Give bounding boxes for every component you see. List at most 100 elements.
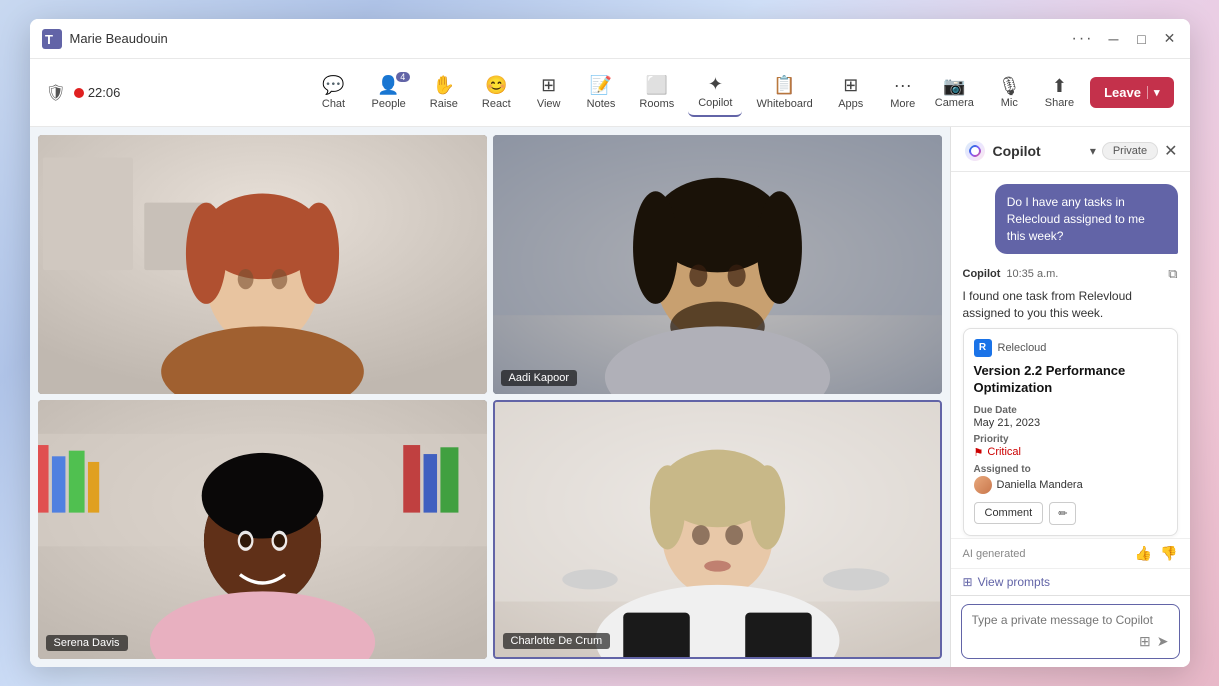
toolbar-notes[interactable]: 📝 Notes — [577, 69, 626, 116]
main-content: Aadi Kapoor — [30, 127, 1190, 667]
camera-button[interactable]: 📷 Camera — [927, 72, 982, 113]
leave-chevron-icon[interactable]: ▾ — [1147, 86, 1160, 99]
user-message: Do I have any tasks in Relecloud assigne… — [995, 184, 1178, 254]
notes-icon: 📝 — [590, 75, 612, 96]
toolbar: 🛡 22:06 💬 Chat 👤 People 4 ✋ Raise 😊 — [30, 59, 1190, 127]
toolbar-more[interactable]: ··· More — [879, 69, 927, 116]
react-icon: 😊 — [485, 75, 507, 96]
priority-field: Priority ⚑ Critical — [974, 434, 1167, 459]
toolbar-react[interactable]: 😊 React — [472, 69, 521, 116]
assigned-field: Assigned to Daniella Mandera — [974, 464, 1167, 494]
toolbar-left: 🛡 22:06 — [46, 83, 310, 103]
priority-label: Priority — [974, 434, 1167, 445]
video-tile-2: Aadi Kapoor — [493, 135, 942, 394]
notes-label: Notes — [587, 98, 616, 110]
video-sim-4 — [495, 402, 940, 657]
recording-time: 22:06 — [88, 85, 121, 100]
copilot-response-time: 10:35 a.m. — [1006, 268, 1058, 280]
person-svg-4 — [495, 402, 940, 657]
participant-label-aadi: Aadi Kapoor — [501, 370, 578, 386]
rooms-label: Rooms — [639, 98, 674, 110]
thumbs-up-icon[interactable]: 👍 — [1135, 545, 1152, 562]
due-date-label: Due Date — [974, 405, 1167, 416]
chat-icon: 💬 — [322, 75, 344, 96]
copilot-response-text: I found one task from Relevloud assigned… — [963, 288, 1178, 322]
recording-dot — [74, 88, 84, 98]
share-icon: ⬆ — [1052, 76, 1067, 97]
rooms-icon: ⬜ — [646, 75, 668, 96]
whiteboard-label: Whiteboard — [756, 98, 812, 110]
teams-logo-icon: T — [42, 29, 62, 49]
window-title: Marie Beaudouin — [70, 31, 1072, 46]
task-app-name: Relecloud — [998, 342, 1047, 354]
task-card-actions: Comment ✏ — [974, 502, 1167, 525]
toolbar-view[interactable]: ⊞ View — [525, 69, 573, 116]
maximize-button[interactable]: □ — [1134, 31, 1150, 47]
apps-label: Apps — [838, 98, 863, 110]
svg-text:T: T — [45, 32, 53, 47]
assigned-row: Daniella Mandera — [974, 476, 1167, 494]
view-prompts-icon: ⊞ — [963, 575, 973, 589]
toolbar-right: 📷 Camera 🎙 Mic ⬆ Share Leave ▾ — [927, 72, 1174, 113]
toolbar-center: 💬 Chat 👤 People 4 ✋ Raise 😊 React ⊞ View — [310, 68, 927, 117]
copilot-close-button[interactable]: ✕ — [1164, 141, 1177, 161]
toolbar-apps[interactable]: ⊞ Apps — [827, 69, 875, 116]
copilot-label: Copilot — [698, 97, 732, 109]
chat-label: Chat — [322, 98, 345, 110]
toolbar-whiteboard[interactable]: 📋 Whiteboard — [746, 69, 822, 116]
apps-icon: ⊞ — [843, 75, 858, 96]
flag-icon: ⚑ — [974, 446, 984, 459]
title-bar: T Marie Beaudouin ··· ─ □ ✕ — [30, 19, 1190, 59]
copilot-toolbar-icon: ✦ — [708, 74, 723, 95]
toolbar-copilot[interactable]: ✦ Copilot — [688, 68, 742, 117]
assigned-label: Assigned to — [974, 464, 1167, 475]
edit-icon: ✏ — [1058, 508, 1067, 520]
copilot-response-name: Copilot — [963, 268, 1001, 280]
copilot-chat: Do I have any tasks in Relecloud assigne… — [951, 172, 1190, 538]
copilot-header: Copilot ▾ Private ✕ — [951, 127, 1190, 172]
view-prompts-bar[interactable]: ⊞ View prompts — [951, 568, 1190, 595]
share-button[interactable]: ⬆ Share — [1037, 72, 1082, 113]
edit-button[interactable]: ✏ — [1049, 502, 1076, 525]
people-label: People — [372, 98, 406, 110]
participant-label-charlotte: Charlotte De Crum — [503, 633, 611, 649]
thumbs-down-icon[interactable]: 👎 — [1160, 545, 1177, 562]
react-label: React — [482, 98, 511, 110]
toolbar-people[interactable]: 👤 People 4 — [362, 69, 416, 116]
recording-badge: 22:06 — [74, 85, 121, 100]
toolbar-rooms[interactable]: ⬜ Rooms — [629, 69, 684, 116]
mic-icon: 🎙 — [998, 76, 1021, 97]
toolbar-chat[interactable]: 💬 Chat — [310, 69, 358, 116]
ai-generated-bar: AI generated 👍 👎 — [951, 538, 1190, 568]
relecloud-icon: R — [974, 339, 992, 357]
mic-button[interactable]: 🎙 Mic — [990, 72, 1029, 113]
assigned-name: Daniella Mandera — [997, 479, 1083, 491]
task-card-header: R Relecloud — [974, 339, 1167, 357]
due-date-field: Due Date May 21, 2023 — [974, 405, 1167, 429]
person-svg-1 — [38, 135, 487, 394]
people-badge: 4 — [396, 72, 410, 82]
video-tile-1 — [38, 135, 487, 394]
copy-icon[interactable]: ⧉ — [1168, 266, 1177, 282]
copilot-logo-icon — [963, 139, 987, 163]
close-button[interactable]: ✕ — [1162, 31, 1178, 47]
raise-icon: ✋ — [433, 75, 455, 96]
copilot-input[interactable] — [972, 613, 1169, 627]
ai-generated-label: AI generated — [963, 548, 1026, 560]
mic-label: Mic — [1001, 97, 1018, 109]
view-prompts-label: View prompts — [978, 575, 1050, 589]
send-icon[interactable]: ➤ — [1157, 633, 1169, 650]
video-sim-2 — [493, 135, 942, 394]
share-label: Share — [1045, 97, 1074, 109]
video-sim-1 — [38, 135, 487, 394]
minimize-button[interactable]: ─ — [1106, 31, 1122, 47]
copilot-dropdown-icon[interactable]: ▾ — [1090, 144, 1096, 158]
toolbar-raise[interactable]: ✋ Raise — [420, 69, 468, 116]
comment-button[interactable]: Comment — [974, 502, 1044, 524]
attach-icon[interactable]: ⊞ — [1139, 633, 1151, 650]
camera-icon: 📷 — [943, 76, 965, 97]
shield-icon: 🛡 — [46, 83, 66, 103]
leave-button[interactable]: Leave ▾ — [1090, 77, 1173, 108]
more-options-icon[interactable]: ··· — [1072, 30, 1094, 48]
whiteboard-icon: 📋 — [773, 75, 795, 96]
